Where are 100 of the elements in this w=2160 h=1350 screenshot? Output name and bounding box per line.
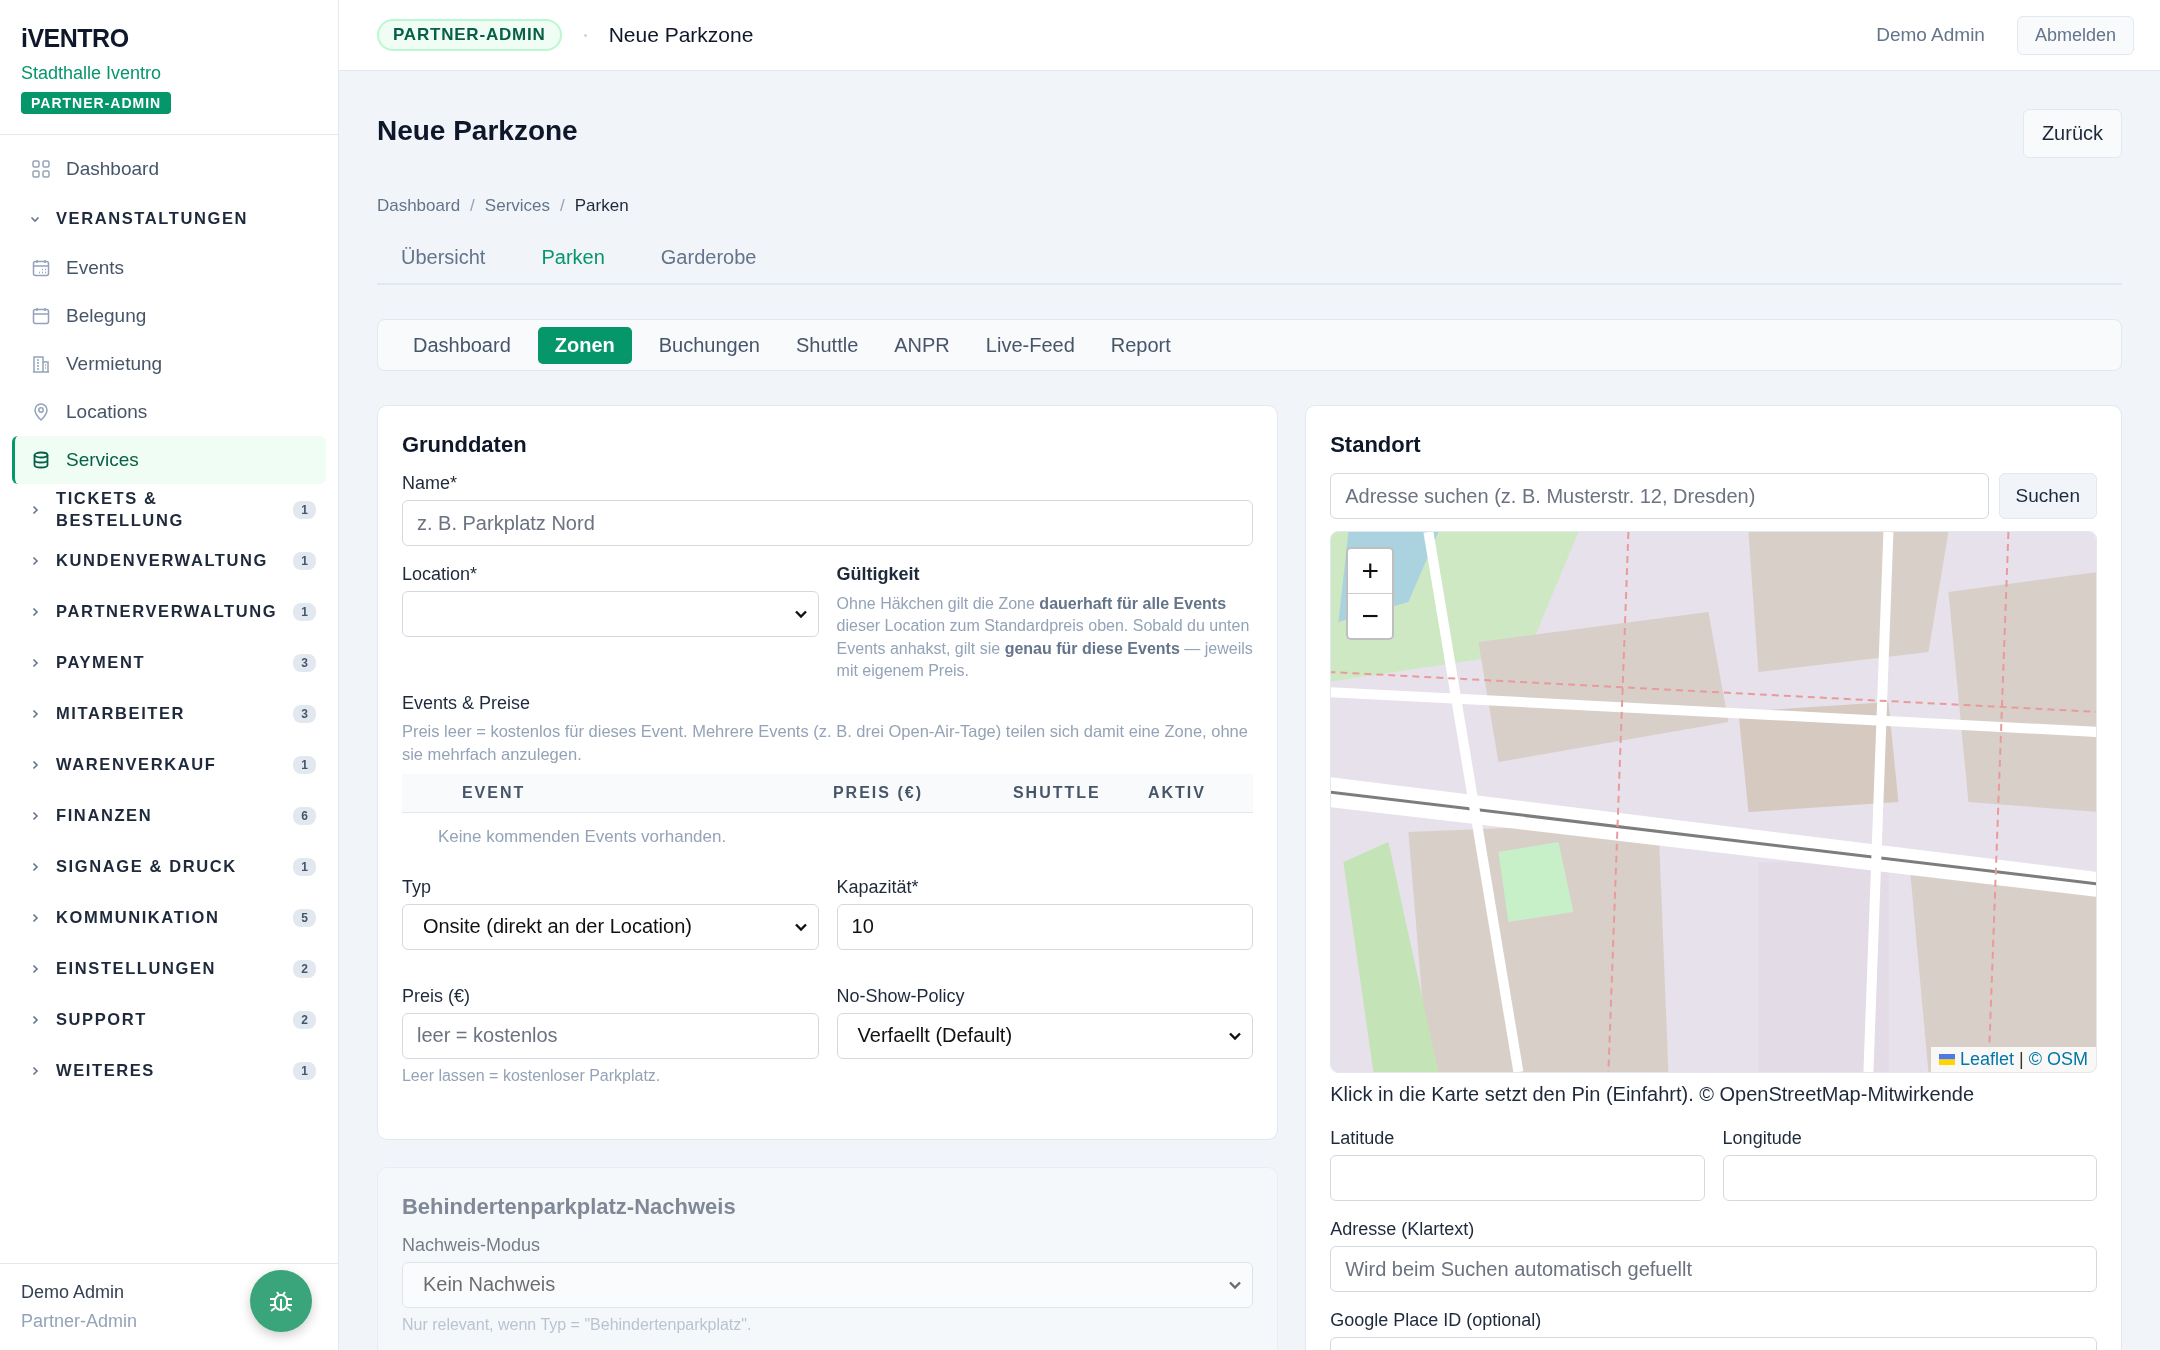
- grid-icon: [32, 160, 50, 178]
- subtab[interactable]: Dashboard: [403, 326, 520, 364]
- search-field[interactable]: Adresse suchen (z. B. Musterstr. 12, Dresden): [1330, 473, 1989, 519]
- chevron-icon: [30, 657, 40, 668]
- nav-group[interactable]: WEITERES 1: [12, 1045, 326, 1096]
- breadcrumb-current: Parken: [574, 196, 629, 216]
- nav-item[interactable]: Vermietung: [12, 340, 326, 388]
- map-note: Klick in die Karte setzt den Pin (Einfahrt). © OpenStreetMap-Mitwirkende: [1330, 1083, 1976, 1106]
- page-title: Neue Parkzone: [608, 23, 755, 47]
- chevron-icon: [30, 759, 40, 770]
- nav-group[interactable]: KOMMUNIKATION 5: [12, 892, 326, 943]
- breadcrumb-link[interactable]: Dashboard: [376, 196, 461, 216]
- tab[interactable]: Übersicht: [400, 246, 486, 269]
- card-title: Behindertenparkplatz-Nachweis: [401, 1193, 737, 1220]
- nav-group[interactable]: PARTNERVERWALTUNG 1: [12, 586, 326, 637]
- count-badge: 1: [293, 857, 316, 876]
- attribution-separator: |: [2019, 1049, 2024, 1070]
- back-button[interactable]: Zurück: [2022, 109, 2122, 158]
- nav-group[interactable]: KUNDENVERWALTUNG 1: [12, 535, 326, 586]
- chevron-icon: [793, 921, 808, 932]
- building-icon: [32, 355, 50, 373]
- count-badge: 2: [293, 1010, 316, 1029]
- empty-message: Keine kommenden Events vorhanden.: [436, 825, 728, 848]
- subtab[interactable]: ANPR: [885, 326, 959, 364]
- select-field[interactable]: [401, 591, 819, 637]
- subtab[interactable]: Buchungen: [649, 326, 769, 364]
- nav-group[interactable]: PAYMENT 3: [12, 637, 326, 688]
- section-title: Events & Preise: [401, 692, 531, 714]
- subtab[interactable]: Shuttle: [787, 326, 868, 364]
- field-label: No-Show-Policy: [836, 985, 966, 1007]
- column-header: SHUTTLE: [1012, 783, 1102, 802]
- chevron-icon: [30, 912, 40, 923]
- count-badge: 3: [293, 653, 316, 672]
- calendar-icon: [32, 307, 50, 325]
- field-hint: Leer lassen = kostenloser Parkplatz.: [401, 1066, 662, 1085]
- breadcrumb-link[interactable]: Services: [484, 196, 551, 216]
- column-header: AKTIV: [1147, 783, 1207, 802]
- chevron-icon: [30, 504, 40, 515]
- section-hint: Preis leer = kostenlos für dieses Event. Mehrere Events (z. B. drei Open-Air-Tage) teilen sich damit eine Zone, ohne sie mehrfach anzulegen.: [401, 720, 1249, 765]
- count-badge: 2: [293, 959, 316, 978]
- field-label: Longitude: [1722, 1128, 1803, 1149]
- attribution-link[interactable]: © OSM: [2028, 1049, 2088, 1070]
- subtab[interactable]: Live-Feed: [976, 326, 1084, 364]
- input-field[interactable]: Wird beim Suchen automatisch gefuellt: [1330, 1246, 2097, 1292]
- field-label: Adresse (Klartext): [1330, 1219, 1476, 1240]
- chevron-icon: [30, 708, 40, 719]
- count-badge: 1: [293, 500, 316, 519]
- nav-group[interactable]: EINSTELLUNGEN 2: [12, 943, 326, 994]
- input-field[interactable]: leer = kostenlos: [401, 1012, 819, 1059]
- nav-group[interactable]: SIGNAGE & DRUCK 1: [12, 841, 326, 892]
- role-badge: PARTNER-ADMIN: [21, 92, 172, 114]
- brand-logo: iVENTRO: [21, 24, 130, 53]
- nav-group[interactable]: MITARBEITER 3: [12, 688, 326, 739]
- field-label: Location*: [401, 564, 478, 585]
- select-field[interactable]: Verfaellt (Default): [836, 1012, 1254, 1059]
- attribution-link[interactable]: Leaflet: [1960, 1049, 2015, 1070]
- zoom-in-button[interactable]: +: [1348, 549, 1393, 594]
- role-badge: PARTNER-ADMIN: [376, 19, 562, 51]
- field-hint: Nur relevant, wenn Typ = "Behindertenparkplatz".: [401, 1315, 753, 1334]
- chevron-icon: [30, 555, 40, 566]
- nav-item[interactable]: Services: [12, 436, 326, 484]
- input-field[interactable]: [1722, 1155, 2097, 1201]
- tab[interactable]: Garderobe: [660, 246, 757, 269]
- validity-text: Ohne Häkchen gilt die Zone dauerhaft für alle Events dieser Location zum Standardpreis oben. Sobald du unten Events anhakst, gilt sie genau für diese Events — jeweils mit eigenem Preis.: [836, 594, 1254, 682]
- venue-name: Stadthalle Iventro: [21, 63, 163, 84]
- chevron-icon: [1228, 1279, 1243, 1290]
- section-title: Gültigkeit: [836, 564, 921, 585]
- breadcrumb-separator: /: [470, 196, 475, 216]
- column-header: PREIS (€): [832, 783, 924, 802]
- input-field[interactable]: 10: [836, 903, 1254, 950]
- nav-group[interactable]: FINANZEN 6: [12, 790, 326, 841]
- breadcrumb-separator: /: [560, 196, 565, 216]
- search-button[interactable]: Suchen: [1998, 473, 2097, 519]
- select-field[interactable]: Onsite (direkt an der Location): [401, 903, 819, 950]
- chevron-icon: [30, 606, 40, 617]
- nav-item[interactable]: Dashboard: [12, 145, 326, 193]
- input-field[interactable]: z. B. Parkplatz Nord: [401, 500, 1254, 546]
- chevron-icon: [30, 1065, 40, 1076]
- nav-group[interactable]: TICKETS & BESTELLUNG 1: [12, 484, 326, 535]
- subtab[interactable]: Report: [1101, 326, 1180, 364]
- user-role: Partner-Admin: [21, 1311, 138, 1332]
- subtab[interactable]: Zonen: [537, 326, 632, 364]
- logout-button[interactable]: Abmelden: [2016, 15, 2134, 55]
- nav-item[interactable]: Events: [12, 244, 326, 292]
- input-field[interactable]: [1330, 1155, 1705, 1201]
- field-label: Name*: [401, 473, 458, 494]
- count-badge: 1: [293, 551, 316, 570]
- column-header: EVENT: [461, 783, 527, 802]
- field-label: Kapazität*: [836, 876, 920, 898]
- nav-group[interactable]: SUPPORT 2: [12, 994, 326, 1045]
- count-badge: 5: [293, 908, 316, 927]
- field-label: Typ: [401, 876, 432, 898]
- nav-group[interactable]: VERANSTALTUNGEN: [12, 193, 326, 244]
- count-badge: 1: [293, 602, 316, 621]
- card-title: Grunddaten: [401, 432, 528, 458]
- nav-item[interactable]: Locations: [12, 388, 326, 436]
- nav-group[interactable]: WARENVERKAUF 1: [12, 739, 326, 790]
- nav-item[interactable]: Belegung: [12, 292, 326, 340]
- user-name: Demo Admin: [1876, 24, 1985, 46]
- zoom-out-button[interactable]: −: [1348, 594, 1393, 638]
